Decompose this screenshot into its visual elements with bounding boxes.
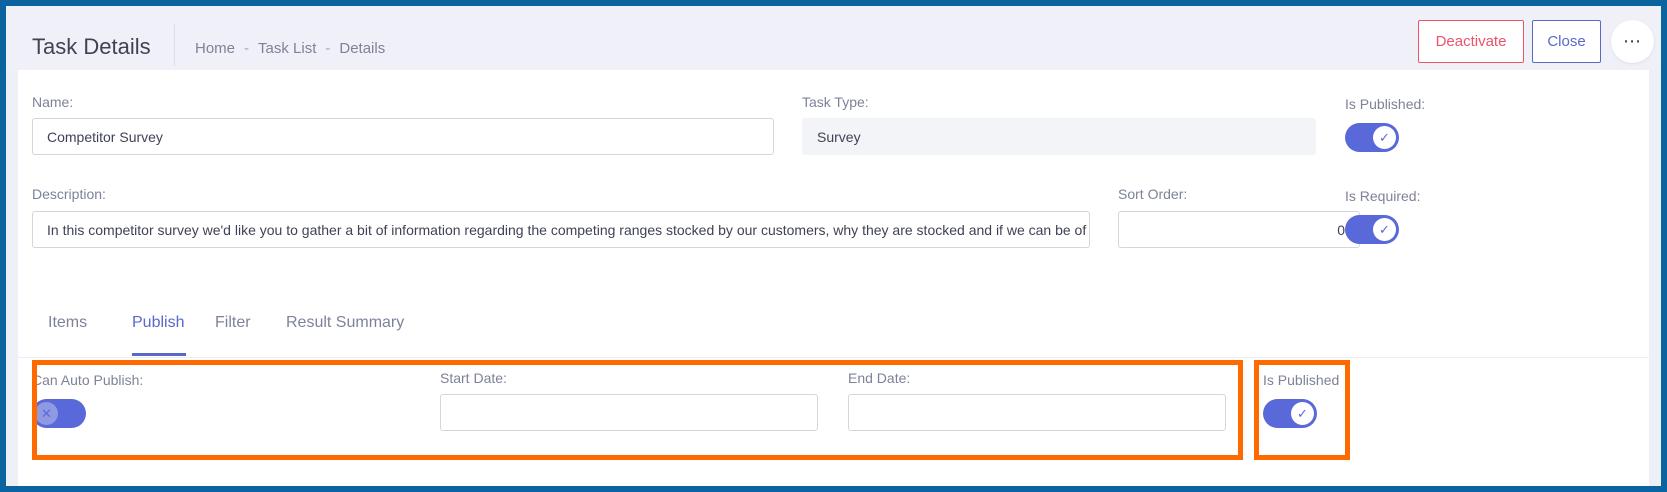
tab-publish[interactable]: Publish (132, 314, 184, 332)
tab-filter[interactable]: Filter (215, 314, 251, 332)
tab-result-summary[interactable]: Result Summary (286, 314, 404, 332)
breadcrumb-home[interactable]: Home (195, 40, 235, 57)
more-icon: ⋯ (1623, 31, 1642, 51)
page-title: Task Details (32, 34, 151, 59)
page-header: Task Details Home - Task List - Details … (6, 6, 1661, 70)
app-frame: Task Details Home - Task List - Details … (6, 6, 1661, 486)
check-icon: ✓ (1373, 126, 1396, 149)
active-tab-indicator (132, 353, 186, 356)
breadcrumb-task-list[interactable]: Task List (258, 40, 316, 57)
tabs-panel: Items Publish Filter Result Summary Can … (18, 278, 1649, 486)
is-required-label: Is Required: (1345, 188, 1421, 204)
task-type-field: Survey (802, 118, 1316, 155)
title-divider (174, 24, 175, 66)
check-icon: ✓ (1373, 218, 1396, 241)
breadcrumb-separator: - (325, 40, 331, 57)
task-form: Name: Competitor Survey Task Type: Surve… (18, 70, 1649, 278)
highlight-auto-publish-group (32, 360, 1243, 460)
is-required-toggle[interactable]: ✓ (1345, 215, 1399, 244)
description-label: Description: (32, 186, 106, 202)
breadcrumb-details: Details (339, 40, 386, 57)
name-input[interactable]: Competitor Survey (32, 118, 774, 155)
tab-items[interactable]: Items (48, 314, 87, 332)
more-options-button[interactable]: ⋯ (1611, 20, 1654, 63)
description-input[interactable]: In this competitor survey we'd like you … (32, 211, 1090, 248)
breadcrumb-separator: - (244, 40, 250, 57)
is-published-toggle[interactable]: ✓ (1345, 123, 1399, 152)
tab-bar: Items Publish Filter Result Summary (18, 278, 1649, 358)
name-label: Name: (32, 94, 74, 110)
deactivate-button[interactable]: Deactivate (1418, 20, 1524, 63)
sort-order-label: Sort Order: (1118, 186, 1188, 202)
close-button[interactable]: Close (1532, 20, 1601, 63)
breadcrumb: Home - Task List - Details (195, 40, 385, 57)
sort-order-input[interactable]: 0 (1118, 211, 1360, 248)
task-type-label: Task Type: (802, 94, 869, 110)
highlight-is-published (1254, 360, 1350, 460)
is-published-label: Is Published: (1345, 96, 1426, 112)
